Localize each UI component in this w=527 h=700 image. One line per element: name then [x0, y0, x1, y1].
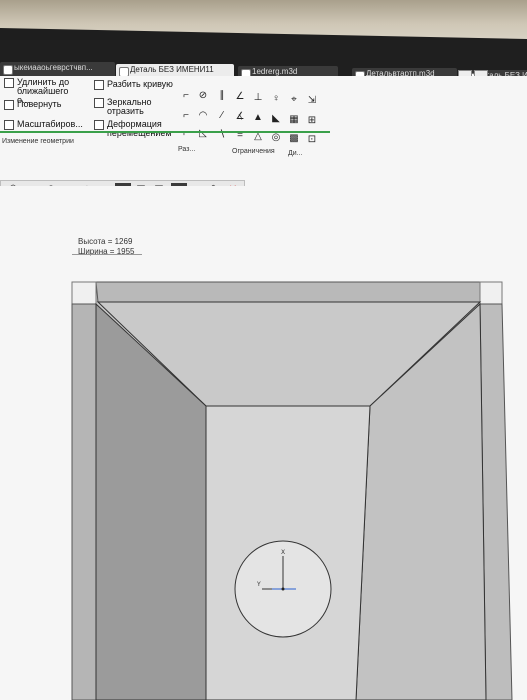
corner-icon[interactable]: ⌐: [180, 110, 192, 122]
tab-label: Деталь БЕЗ ИМЕНИ11: [130, 65, 214, 74]
perpendicular-icon[interactable]: ⊥: [252, 92, 264, 104]
tab-bar: ыкеиааоьгеврстчвп... Деталь БЕЗ ИМЕНИ11 …: [0, 40, 527, 84]
chamfer-icon[interactable]: ◣: [270, 113, 282, 125]
accent-line: [0, 131, 330, 133]
copy-icon[interactable]: ▩: [288, 133, 300, 145]
tangent-icon[interactable]: ♀: [270, 93, 282, 105]
drawing-canvas[interactable]: X Y: [0, 186, 527, 700]
rotate-icon: [4, 100, 14, 110]
deform-icon: [94, 120, 104, 130]
mirror-icon: [94, 98, 104, 108]
break-curve-icon: [94, 80, 104, 90]
offset-icon[interactable]: ◺: [197, 128, 209, 140]
origin-point: [281, 587, 285, 591]
angle-icon[interactable]: ∠: [234, 91, 246, 103]
group-label-di[interactable]: Ди...: [288, 150, 303, 157]
fillet-icon[interactable]: ⌐: [180, 90, 192, 102]
screen: ыкеиааоьгеврстчвп... Деталь БЕЗ ИМЕНИ11 …: [0, 40, 527, 700]
corner-box-right: [479, 281, 503, 305]
array-icon[interactable]: ⊞: [306, 115, 318, 127]
trim-icon[interactable]: ⌐: [180, 128, 192, 140]
model-view: X Y: [71, 281, 513, 700]
arc-icon[interactable]: ◠: [197, 110, 209, 122]
axis-x-label: X: [281, 549, 285, 556]
slash-icon[interactable]: ∕: [216, 110, 228, 122]
mirror-button[interactable]: Зеркально отразить: [94, 98, 162, 116]
tab-label: 1edrerg.m3d: [252, 67, 298, 76]
deform-button[interactable]: Деформация перемещением: [94, 120, 172, 138]
width-value: Ширина = 1955: [78, 247, 135, 256]
document-icon: [3, 65, 13, 75]
symmetry-icon[interactable]: ▲: [252, 112, 264, 124]
group-label-geometry: Изменение геометрии: [2, 138, 74, 145]
extend-icon: [4, 78, 14, 88]
left-strip: [71, 303, 97, 700]
vertical-icon[interactable]: ∡: [234, 111, 246, 123]
dimension-divider: [72, 254, 142, 255]
height-value: Высота = 1269: [78, 237, 133, 246]
ribbon-toolbar: Удлинить до ближайшего о... Повернуть Ма…: [0, 76, 527, 200]
concentric-icon[interactable]: ◎: [270, 132, 282, 144]
group-label-ras[interactable]: Раз...: [178, 146, 195, 153]
tab-document-1[interactable]: ыкеиааоьгеврстчвп...: [0, 62, 115, 76]
axis-y-label: Y: [256, 581, 261, 588]
move-icon[interactable]: ⊡: [306, 134, 318, 146]
collinear-icon[interactable]: ▦: [288, 114, 300, 126]
tab-label: ыкеиааоьгеврстчвп...: [14, 63, 93, 72]
dimension-icon[interactable]: ⇲: [306, 95, 318, 107]
parallel-icon[interactable]: ∥: [216, 90, 228, 102]
circle-slash-icon[interactable]: ⊘: [197, 90, 209, 102]
corner-box-left: [71, 281, 97, 305]
top-strip: [95, 281, 481, 303]
break-curve-button[interactable]: Разбить кривую: [94, 80, 173, 90]
rotate-button[interactable]: Повернуть: [4, 100, 61, 110]
scale-icon: [4, 120, 14, 130]
scale-button[interactable]: Масштабиров...: [4, 120, 83, 130]
fix-point-icon[interactable]: ⌖: [288, 94, 300, 106]
group-label-constraints[interactable]: Ограничения: [232, 148, 275, 155]
